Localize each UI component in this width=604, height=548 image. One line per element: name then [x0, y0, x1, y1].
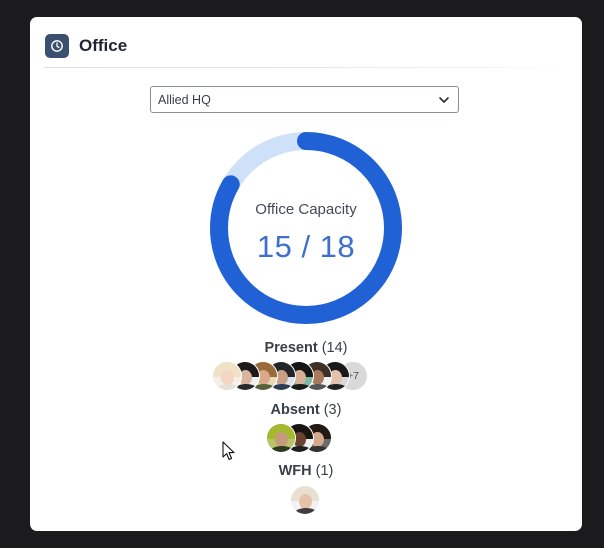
absent-count: (3) [323, 402, 342, 418]
chevron-down-icon [439, 97, 449, 103]
absent-heading: Absent (3) [30, 402, 582, 418]
absent-avatars [266, 423, 332, 455]
avatar-face [299, 494, 312, 509]
capacity-value: 15 / 18 [256, 229, 356, 264]
present-heading: Present (14) [30, 340, 582, 356]
avatar-shirt [270, 446, 294, 452]
location-select-value: Allied HQ [158, 93, 211, 107]
avatar[interactable] [212, 361, 242, 391]
wfh-count: (1) [315, 463, 334, 479]
clock-icon [45, 34, 69, 58]
present-avatars: +7 [212, 361, 368, 393]
present-count: (14) [321, 340, 348, 356]
wfh-heading: WFH (1) [30, 463, 582, 479]
avatar[interactable] [290, 485, 320, 515]
avatar[interactable] [266, 423, 296, 453]
card-title: Office [79, 36, 128, 55]
avatar-shirt [216, 384, 240, 390]
capacity-donut [210, 132, 402, 324]
mouse-pointer-icon [222, 441, 235, 461]
absent-label: Absent [270, 402, 320, 418]
avatar-face [221, 370, 234, 385]
present-label: Present [264, 340, 318, 356]
capacity-label: Office Capacity [255, 201, 357, 218]
location-select[interactable]: Allied HQ [150, 86, 459, 113]
office-card: Office Allied HQ Office Capacity 15 / 18… [30, 17, 582, 531]
wfh-avatars [290, 485, 320, 517]
wfh-label: WFH [278, 463, 312, 479]
card-header: Office [30, 17, 582, 67]
avatar-face [275, 432, 288, 447]
header-divider [44, 67, 568, 68]
avatar-shirt [294, 508, 318, 514]
